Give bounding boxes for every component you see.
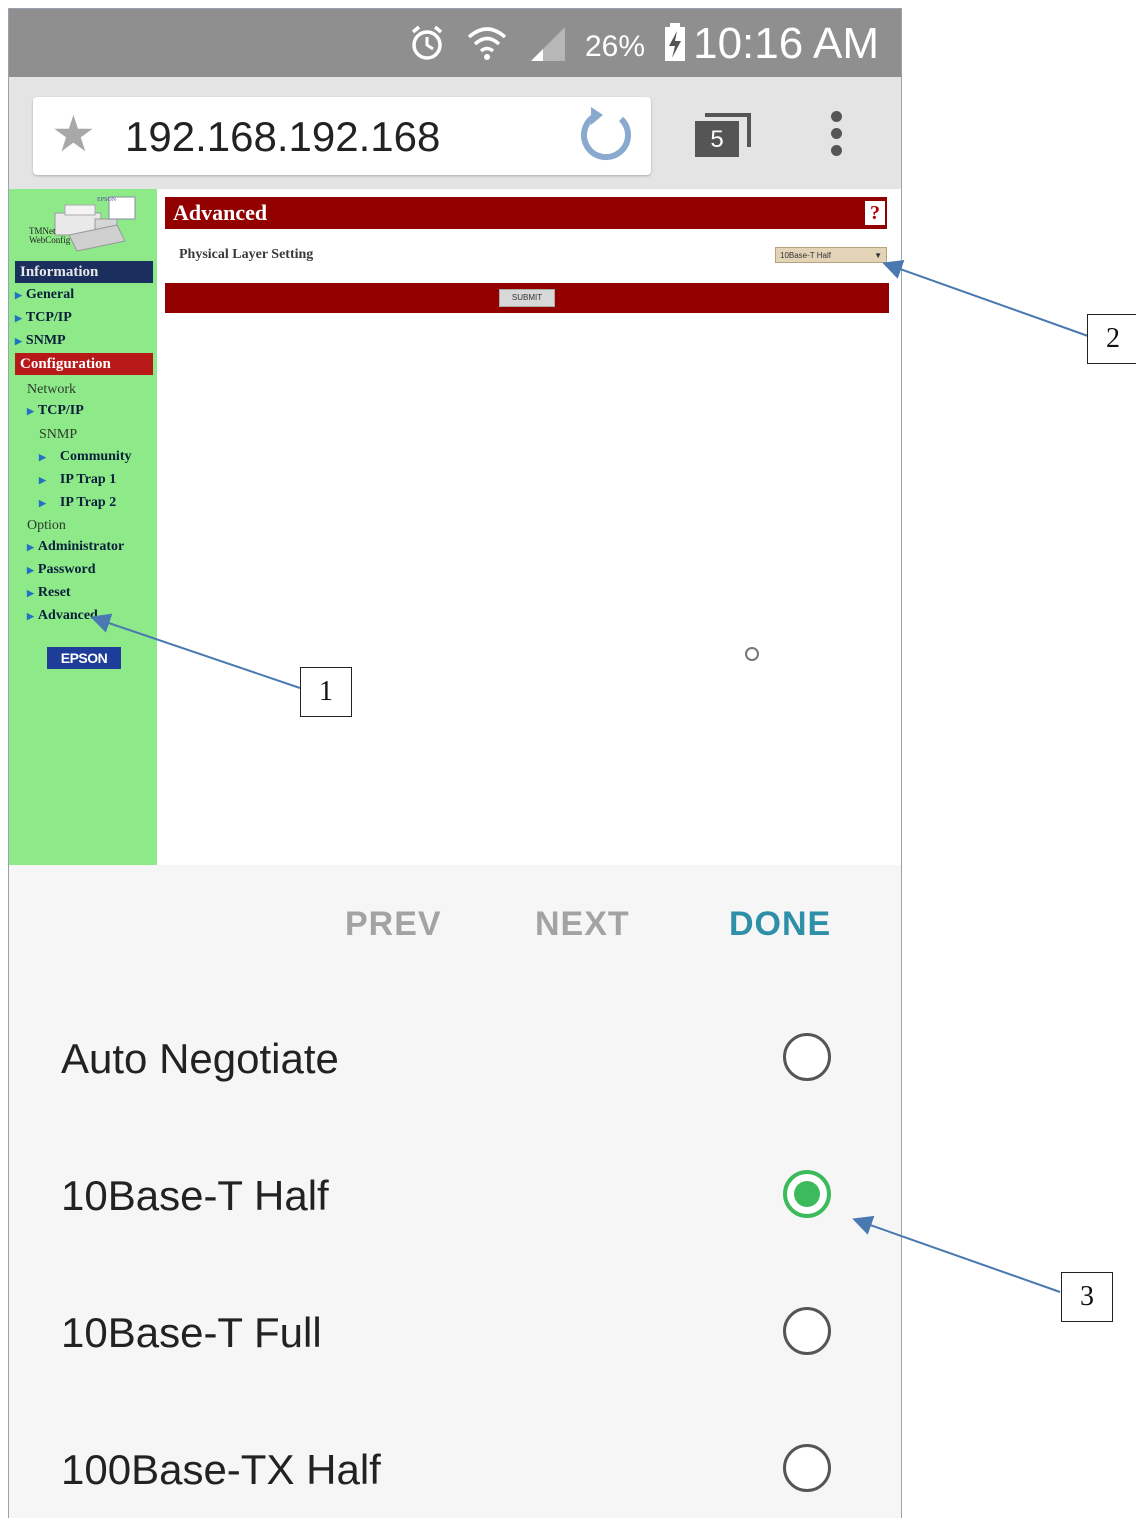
advanced-header-bar: Advanced ? (165, 197, 887, 229)
callout-3: 3 (1061, 1272, 1113, 1322)
radio-button-selected[interactable] (783, 1170, 831, 1218)
page-title: Advanced (173, 200, 268, 225)
main-content: Advanced ? Physical Layer Setting 10Base… (157, 189, 901, 865)
next-button[interactable]: NEXT (535, 905, 630, 944)
nav-info-general[interactable]: ▶ General (15, 287, 74, 303)
arrow-2 (882, 259, 1089, 337)
nav-info-snmp[interactable]: ▶ SNMP (15, 333, 66, 349)
radio-button[interactable] (783, 1307, 831, 1355)
help-icon[interactable]: ? (865, 201, 885, 225)
clock: 10:16 AM (693, 19, 879, 68)
radio-button[interactable] (783, 1444, 831, 1492)
nav-info-tcpip[interactable]: ▶ TCP/IP (15, 310, 72, 326)
nav-snmp-iptrap1[interactable]: ▶ IP Trap 1 (39, 472, 116, 488)
touch-indicator-icon (745, 647, 759, 661)
sidebar: TMNet WebConfig EPSON Information ▶ Gener… (9, 189, 157, 865)
tab-count: 5 (695, 121, 739, 157)
nav-reset[interactable]: ▶ Reset (27, 585, 71, 601)
option-10base-t-full[interactable]: 10Base-T Full (9, 1259, 901, 1396)
overflow-menu-icon[interactable] (831, 111, 845, 162)
section-information: Information (15, 261, 153, 283)
option-label: Auto Negotiate (61, 1035, 339, 1082)
callout-1: 1 (300, 667, 352, 717)
logo-brand: EPSON (97, 197, 117, 203)
nav-administrator[interactable]: ▶ Administrator (27, 539, 124, 555)
alarm-icon (407, 23, 447, 71)
url-text[interactable]: 192.168.192.168 (125, 113, 440, 161)
label-network: Network (27, 382, 76, 397)
star-icon[interactable]: ★ (51, 109, 96, 159)
option-label: 10Base-T Full (61, 1309, 322, 1356)
battery-charging-icon (663, 23, 687, 71)
done-button[interactable]: DONE (729, 905, 831, 944)
logo-caption: TMNet WebConfig (29, 226, 71, 245)
label-snmp: SNMP (39, 427, 78, 442)
form-navigation-bar: PREV NEXT DONE (9, 865, 901, 985)
nav-advanced[interactable]: ▶ Advanced (27, 608, 98, 624)
option-label: 100Base-TX Half (61, 1446, 381, 1493)
address-bar[interactable]: ★ 192.168.192.168 (33, 97, 651, 175)
submit-button[interactable]: SUBMIT (499, 289, 555, 307)
submit-bar: SUBMIT (165, 283, 889, 313)
callout-2: 2 (1087, 314, 1136, 364)
signal-icon (527, 23, 567, 71)
status-bar: 26% 10:16 AM (9, 9, 901, 77)
nav-snmp-community[interactable]: ▶ Community (39, 449, 131, 465)
nav-config-tcpip[interactable]: ▶ TCP/IP (27, 403, 84, 419)
nav-password[interactable]: ▶ Password (27, 562, 95, 578)
status-icons: 26% (407, 23, 687, 71)
physical-layer-value: 10Base-T Half (780, 251, 831, 260)
option-10base-t-half[interactable]: 10Base-T Half (9, 1122, 901, 1259)
option-auto-negotiate[interactable]: Auto Negotiate (9, 985, 901, 1122)
radio-button[interactable] (783, 1033, 831, 1081)
tabs-icon[interactable]: 5 (695, 113, 755, 161)
physical-layer-label: Physical Layer Setting (179, 247, 314, 262)
label-option: Option (27, 518, 66, 533)
prev-button[interactable]: PREV (345, 905, 442, 944)
option-100base-tx-half[interactable]: 100Base-TX Half (9, 1396, 901, 1518)
web-page: TMNet WebConfig EPSON Information ▶ Gener… (9, 189, 901, 865)
epson-brand-badge[interactable]: EPSON (47, 647, 121, 669)
wifi-icon (465, 23, 509, 71)
option-label: 10Base-T Half (61, 1172, 329, 1219)
nav-snmp-iptrap2[interactable]: ▶ IP Trap 2 (39, 495, 116, 511)
physical-layer-select[interactable]: 10Base-T Half ▼ (775, 247, 887, 263)
option-list: Auto Negotiate 10Base-T Half 10Base-T Fu… (9, 985, 901, 1518)
section-configuration: Configuration (15, 353, 153, 375)
chevron-down-icon: ▼ (874, 251, 882, 260)
battery-percent: 26% (585, 30, 646, 63)
browser-toolbar: ★ 192.168.192.168 5 (9, 77, 901, 189)
reload-icon[interactable] (577, 105, 637, 165)
phone-screen: 26% 10:16 AM ★ 192.168.192.168 5 TMNet W… (8, 8, 902, 1518)
